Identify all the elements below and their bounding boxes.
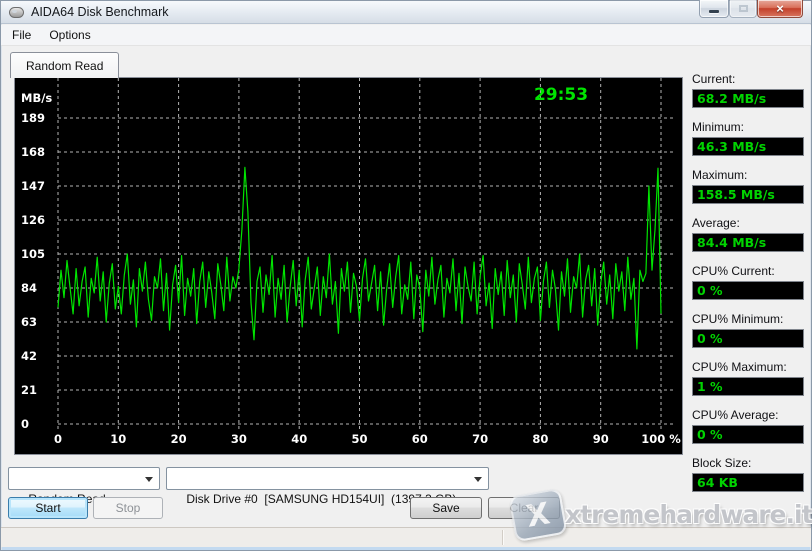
benchmark-chart: 0 21 42 63 84 105 126 147 168 189 MB/s 0 10 20 30 40 50 6… (14, 77, 683, 455)
chevron-down-icon (474, 477, 482, 482)
status-bar-divider (502, 530, 503, 545)
svg-text:168: 168 (21, 145, 45, 159)
minimize-icon (709, 10, 719, 13)
stats-panel: Current: 68.2 MB/s Minimum: 46.3 MB/s Maximu… (692, 72, 804, 504)
clear-button[interactable]: Clear (488, 497, 560, 519)
stat-label: CPU% Current: (692, 264, 804, 278)
stat-value: 0 % (692, 425, 804, 444)
svg-text:70: 70 (472, 432, 488, 446)
menu-bar: File Options (1, 25, 811, 46)
svg-text:20: 20 (171, 432, 187, 446)
watermark-text: xtremehardware.it (565, 500, 812, 529)
svg-text:84: 84 (21, 281, 37, 295)
stat-label: Minimum: (692, 120, 804, 134)
stat-value: 1 % (692, 377, 804, 396)
svg-text:100 %: 100 % (641, 432, 681, 446)
status-bar (1, 527, 811, 547)
stat-group-7: CPU% Average: 0 % (692, 408, 804, 444)
stat-label: Average: (692, 216, 804, 230)
svg-text:60: 60 (412, 432, 428, 446)
menu-file[interactable]: File (3, 26, 40, 44)
stat-value: 68.2 MB/s (692, 89, 804, 108)
chevron-down-icon (145, 477, 153, 482)
menu-options[interactable]: Options (40, 26, 99, 44)
window-controls: × (699, 0, 803, 18)
svg-text:80: 80 (532, 432, 548, 446)
stat-value: 64 KB (692, 473, 804, 492)
svg-text:147: 147 (21, 179, 45, 193)
start-button[interactable]: Start (8, 497, 88, 519)
stat-label: CPU% Average: (692, 408, 804, 422)
tab-label: Random Read (26, 59, 103, 73)
stat-group-4: CPU% Current: 0 % (692, 264, 804, 300)
stat-group-3: Average: 84.4 MB/s (692, 216, 804, 252)
svg-text:MB/s: MB/s (21, 91, 52, 105)
svg-text:189: 189 (21, 111, 45, 125)
svg-text:63: 63 (21, 315, 37, 329)
svg-text:105: 105 (21, 247, 45, 261)
stat-label: Maximum: (692, 168, 804, 182)
chart-canvas: 0 21 42 63 84 105 126 147 168 189 MB/s 0 10 20 30 40 50 6… (15, 78, 684, 456)
save-button[interactable]: Save (410, 497, 482, 519)
close-button[interactable]: × (757, 0, 803, 18)
stat-value: 84.4 MB/s (692, 233, 804, 252)
stat-value: 0 % (692, 329, 804, 348)
stat-group-1: Minimum: 46.3 MB/s (692, 120, 804, 156)
stat-label: Current: (692, 72, 804, 86)
svg-text:21: 21 (21, 383, 37, 397)
stat-group-6: CPU% Maximum: 1 % (692, 360, 804, 396)
app-window: AIDA64 Disk Benchmark × File Options Ran… (0, 0, 812, 551)
minimize-button[interactable] (699, 0, 729, 18)
tab-random-read[interactable]: Random Read (10, 52, 119, 78)
disk-drive-select[interactable]: Disk Drive #0 [SAMSUNG HD154UI] (1397.3 … (166, 467, 489, 490)
stat-group-2: Maximum: 158.5 MB/s (692, 168, 804, 204)
maximize-button[interactable] (729, 0, 757, 18)
svg-text:126: 126 (21, 213, 45, 227)
close-icon: × (776, 2, 784, 15)
svg-text:40: 40 (291, 432, 307, 446)
svg-text:90: 90 (593, 432, 609, 446)
stop-button[interactable]: Stop (93, 497, 163, 519)
stat-group-8: Block Size: 64 KB (692, 456, 804, 492)
maximize-icon (739, 5, 748, 12)
svg-text:10: 10 (110, 432, 126, 446)
stat-label: Block Size: (692, 456, 804, 470)
svg-text:42: 42 (21, 349, 37, 363)
disk-drive-icon (9, 7, 24, 18)
svg-text:30: 30 (231, 432, 247, 446)
stat-group-0: Current: 68.2 MB/s (692, 72, 804, 108)
elapsed-timer: 29:53 (521, 85, 601, 105)
svg-text:0: 0 (21, 417, 29, 431)
svg-text:50: 50 (351, 432, 367, 446)
svg-text:0: 0 (54, 432, 62, 446)
stat-group-5: CPU% Minimum: 0 % (692, 312, 804, 348)
stat-value: 0 % (692, 281, 804, 300)
stat-label: CPU% Maximum: (692, 360, 804, 374)
benchmark-type-select[interactable]: Random Read (8, 467, 160, 490)
window-title: AIDA64 Disk Benchmark (31, 5, 169, 19)
stat-label: CPU% Minimum: (692, 312, 804, 326)
stat-value: 46.3 MB/s (692, 137, 804, 156)
title-bar[interactable]: AIDA64 Disk Benchmark (1, 1, 811, 24)
stat-value: 158.5 MB/s (692, 185, 804, 204)
